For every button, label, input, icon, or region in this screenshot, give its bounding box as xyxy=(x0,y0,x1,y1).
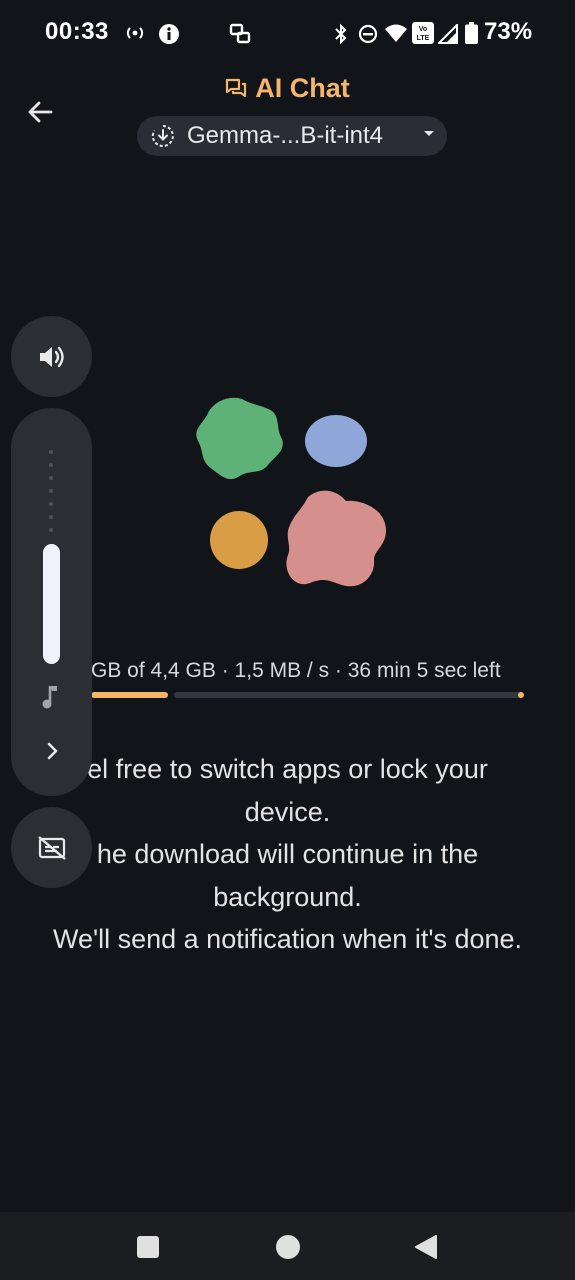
battery-icon xyxy=(465,22,478,44)
speaker-icon xyxy=(39,346,64,367)
triangle-back-icon xyxy=(415,1235,437,1259)
green-blob xyxy=(196,397,283,480)
recents-button[interactable] xyxy=(128,1232,168,1262)
blue-blob xyxy=(305,415,367,467)
captions-off-icon xyxy=(37,835,66,860)
square-icon xyxy=(137,1236,159,1258)
live-caption-button[interactable] xyxy=(11,807,92,888)
chat-bubbles-icon xyxy=(226,78,247,98)
music-note-icon xyxy=(42,686,57,709)
system-navigation-bar xyxy=(0,1212,575,1280)
message-line: We'll send a notification when it's done… xyxy=(52,924,523,954)
status-time: 00:33 xyxy=(45,18,109,45)
home-button[interactable] xyxy=(268,1232,308,1262)
loading-blobs-illustration xyxy=(196,397,386,587)
progress-end-dot xyxy=(518,692,524,698)
volume-mode-button[interactable] xyxy=(11,316,92,397)
progress-track xyxy=(174,692,524,698)
message-line: background. xyxy=(213,881,362,912)
battery-percent: 73% xyxy=(484,18,533,45)
volume-track-dots xyxy=(49,450,54,541)
volume-panel xyxy=(11,408,92,796)
do-not-disturb-icon xyxy=(358,24,378,44)
download-progress-text: GB of 4,4 GB · 1,5 MB / s · 36 min 5 sec… xyxy=(91,659,501,682)
download-progress-icon xyxy=(151,125,174,147)
screen-share-icon xyxy=(229,23,251,44)
hotspot-icon xyxy=(126,27,144,39)
bluetooth-icon xyxy=(335,23,347,45)
status-bar: 00:33 Vo LTE 73% xyxy=(0,0,575,68)
wifi-icon xyxy=(385,24,407,42)
volume-slider[interactable] xyxy=(43,544,60,664)
model-selector[interactable]: Gemma-...B-it-int4 xyxy=(137,116,447,156)
circle-icon xyxy=(276,1235,300,1259)
svg-text:Vo: Vo xyxy=(419,26,427,33)
page-title: AI Chat xyxy=(255,72,350,103)
volte-icon: Vo LTE xyxy=(412,22,434,44)
info-icon xyxy=(159,24,179,44)
volume-expand-button[interactable] xyxy=(39,738,65,764)
orange-blob xyxy=(210,511,268,569)
progress-fill xyxy=(91,692,168,698)
svg-text:LTE: LTE xyxy=(417,35,430,42)
pink-blob xyxy=(286,490,386,587)
model-name: Gemma-...B-it-int4 xyxy=(187,122,384,149)
chevron-right-icon xyxy=(47,742,58,760)
dropdown-caret-icon xyxy=(424,131,434,136)
signal-icon xyxy=(438,24,458,44)
app-title: AI Chat xyxy=(0,70,575,106)
back-nav-button[interactable] xyxy=(406,1232,446,1262)
